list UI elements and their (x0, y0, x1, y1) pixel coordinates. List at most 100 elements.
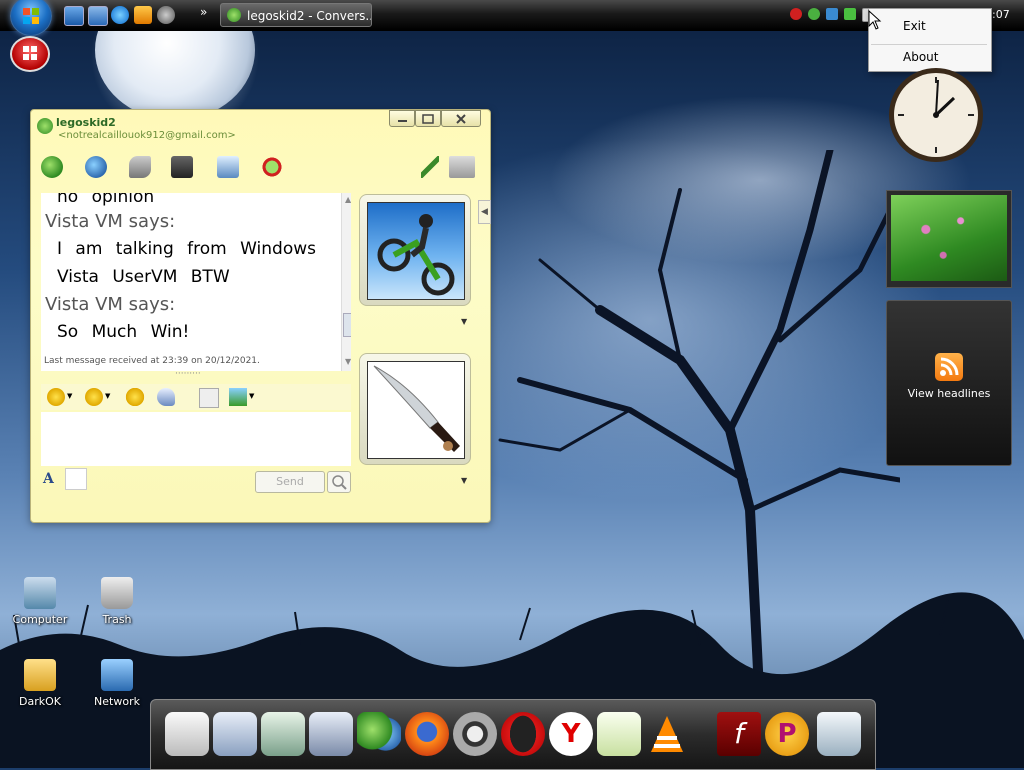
pane-resize-handle[interactable]: ········· (175, 369, 201, 379)
minimize-icon (398, 120, 407, 122)
paintbrush-icon[interactable] (421, 156, 439, 178)
show-desktop-icon[interactable] (64, 6, 84, 26)
scroll-down-arrow-icon[interactable]: ▼ (345, 357, 351, 366)
trash-icon (101, 577, 133, 609)
handwriting-icon[interactable] (65, 468, 87, 490)
desktop-icon-darkok[interactable]: DarkOK (0, 659, 80, 708)
collapse-avatars-arrow-icon[interactable]: ◀ (478, 200, 491, 224)
analog-clock-face (889, 68, 983, 162)
voice-clip-icon[interactable] (157, 388, 175, 406)
menu-item-exit[interactable]: Exit (869, 14, 991, 38)
media-player-icon[interactable] (134, 6, 152, 24)
conversation-history[interactable]: no opinion Vista VM says: I am talking f… (41, 193, 351, 371)
games-icon[interactable] (217, 156, 239, 178)
documents-folder-icon[interactable] (213, 712, 257, 756)
users-tray-icon[interactable] (808, 8, 820, 20)
music-folder-icon[interactable] (309, 712, 353, 756)
flash-player-icon[interactable]: f (717, 712, 761, 756)
speaker-line: Vista VM says: (45, 294, 176, 315)
vlc-icon[interactable] (645, 712, 689, 756)
computer-icon (24, 577, 56, 609)
dropdown-arrow-icon[interactable]: ▼ (249, 392, 254, 400)
error-tray-icon[interactable] (790, 8, 802, 20)
avatar-menu-arrow-icon[interactable]: ▼ (461, 317, 467, 326)
nudge-icon[interactable] (123, 388, 147, 406)
yandex-browser-icon[interactable]: Y (549, 712, 593, 756)
maximize-icon (422, 114, 434, 124)
quicklaunch-overflow-chevron[interactable]: » (200, 5, 207, 19)
message-input[interactable] (41, 412, 351, 466)
view-headlines-link[interactable]: View headlines (887, 387, 1011, 400)
background-picker-icon[interactable] (229, 388, 247, 406)
start-button[interactable] (10, 0, 52, 36)
maximize-button[interactable] (415, 110, 441, 127)
message-line: Vista UserVM BTW (57, 267, 230, 287)
dropdown-arrow-icon[interactable]: ▼ (67, 392, 72, 400)
invite-contact-icon[interactable] (41, 156, 63, 178)
rss-feed-icon (935, 353, 963, 381)
presentation-app-icon[interactable] (165, 712, 209, 756)
scroll-up-arrow-icon[interactable]: ▲ (345, 195, 351, 204)
windows-logo-icon (23, 8, 39, 24)
firefox-icon[interactable] (405, 712, 449, 756)
search-icon (332, 475, 347, 490)
font-style-icon[interactable] (199, 388, 219, 408)
block-contact-icon[interactable] (261, 156, 283, 178)
slideshow-image (891, 195, 1007, 281)
application-dock: Y f P (150, 699, 876, 770)
message-line: I am talking from Windows (57, 239, 316, 259)
search-button[interactable] (327, 471, 351, 493)
clock-gadget[interactable] (886, 60, 986, 170)
notepad-app-icon[interactable] (597, 712, 641, 756)
messenger-conversation-window[interactable]: legoskid2 <notrealcaillouok912@gmail.com… (30, 109, 491, 523)
emoticon-toolbar: ▼ ▼ ▼ (41, 384, 351, 410)
slideshow-gadget[interactable] (886, 190, 1012, 288)
close-button[interactable] (441, 110, 481, 127)
wink-picker-icon[interactable] (85, 388, 103, 406)
mouse-cursor-icon (868, 10, 882, 30)
windows-logo-icon (23, 46, 37, 60)
avatar-menu-arrow-icon[interactable]: ▼ (461, 476, 467, 485)
options-menu-icon[interactable] (449, 156, 475, 178)
pictures-folder-icon[interactable] (261, 712, 305, 756)
switch-windows-icon[interactable] (88, 6, 108, 26)
emoticon-picker-icon[interactable] (47, 388, 65, 406)
messenger-app-icon[interactable] (357, 712, 401, 756)
raccoon-app-icon[interactable] (157, 6, 175, 24)
desktop-icon-network[interactable]: Network (77, 659, 157, 708)
desktop-icon-label: Trash (102, 613, 132, 626)
feed-headlines-gadget[interactable]: View headlines (886, 300, 1012, 466)
taskbar-button-conversation[interactable]: legoskid2 - Convers... (220, 3, 372, 27)
dropdown-arrow-icon[interactable]: ▼ (105, 392, 110, 400)
share-files-icon[interactable] (85, 156, 107, 178)
security-tray-icon[interactable] (844, 8, 856, 20)
desktop-icon-label: DarkOK (19, 695, 61, 708)
contact-display-name: legoskid2 (56, 116, 116, 129)
motocross-picture (367, 202, 465, 300)
messenger-buddy-icon (37, 118, 53, 134)
knife-picture (367, 361, 465, 459)
send-button[interactable]: Send (255, 471, 325, 493)
font-icon[interactable]: A (43, 471, 54, 487)
purple-p-app-icon[interactable]: P (765, 712, 809, 756)
opera-icon[interactable] (501, 712, 545, 756)
last-received-status: Last message received at 23:39 on 20/12/… (44, 356, 260, 366)
network-tray-icon[interactable] (826, 8, 838, 20)
red-windows-badge[interactable] (10, 36, 50, 72)
voice-call-icon[interactable] (129, 156, 151, 178)
contact-display-picture[interactable] (359, 194, 471, 306)
video-call-icon[interactable] (171, 156, 193, 178)
folder-icon (24, 659, 56, 691)
speaker-line: Vista VM says: (45, 211, 176, 232)
conversation-scrollbar[interactable]: ▲ ▼ (341, 193, 351, 371)
internet-explorer-icon[interactable] (111, 6, 129, 24)
desktop-icon-trash[interactable]: Trash (77, 577, 157, 626)
contact-email: <notrealcaillouok912@gmail.com> (58, 130, 236, 141)
desktop-icon-computer[interactable]: Computer (0, 577, 80, 626)
my-display-picture[interactable] (359, 353, 471, 465)
recycle-bin-icon[interactable] (817, 712, 861, 756)
scrollbar-thumb[interactable] (343, 313, 351, 337)
minimize-button[interactable] (389, 110, 415, 127)
raccoon-app-icon[interactable] (453, 712, 497, 756)
message-line: So Much Win! (57, 322, 190, 342)
